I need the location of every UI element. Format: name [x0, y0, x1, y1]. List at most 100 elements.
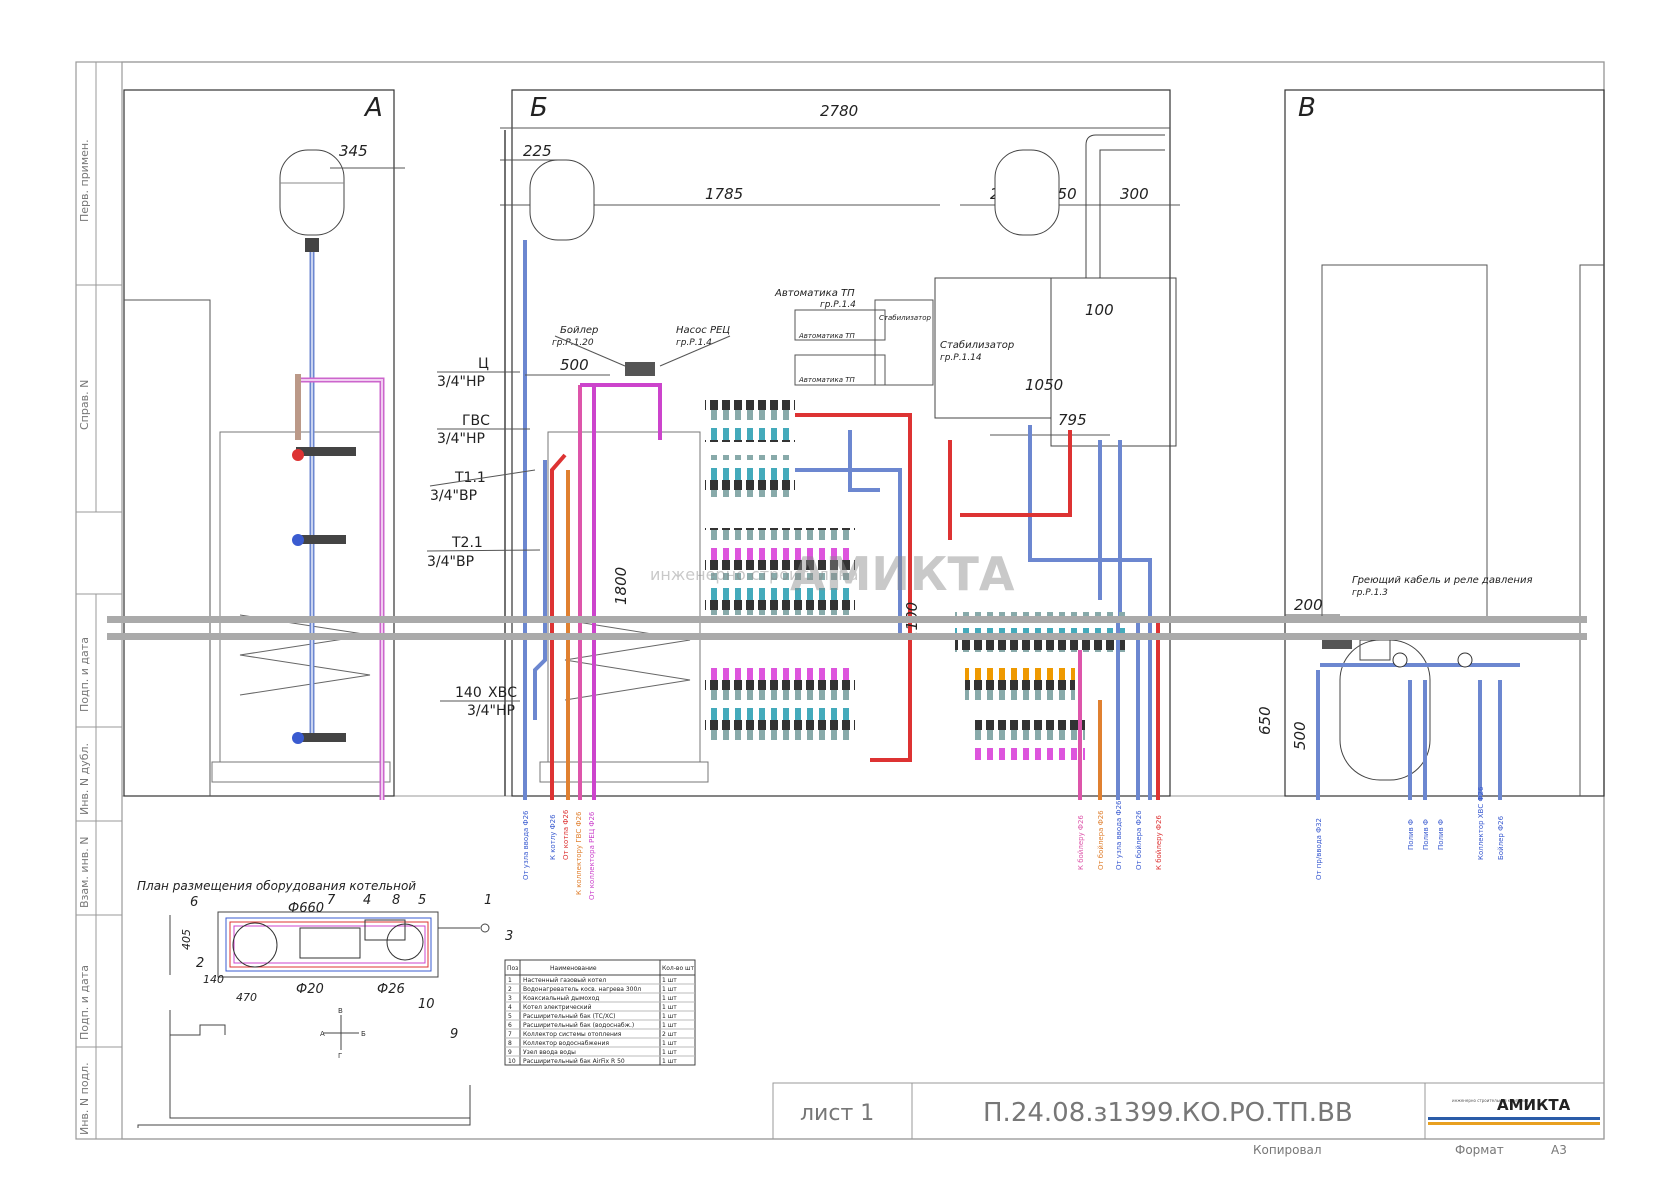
spec-cell: Коллектор системы отопления	[523, 1031, 622, 1038]
compass-b: Б	[361, 1030, 366, 1038]
port-gvs: ГВС	[462, 413, 490, 429]
stamp-podp1: Подп. и дата	[78, 637, 91, 712]
spec-cell: Расширительный бак (водоснабж.)	[523, 1022, 634, 1029]
port-t21-size: 3/4"ВР	[427, 554, 474, 570]
view-a-letter: А	[363, 93, 383, 123]
plan-label-6: 6	[190, 895, 198, 910]
spec-cell: 1 шт	[662, 995, 677, 1002]
dim-795: 795	[1058, 411, 1087, 429]
format-value: А3	[1551, 1143, 1567, 1157]
plan-label-2: 2	[196, 956, 204, 971]
dim-345: 345	[339, 142, 368, 160]
box-automation-1: Автоматика ТП	[798, 332, 855, 340]
spec-cell: Расширительный бак (ТС/ХС)	[523, 1013, 615, 1020]
compass-a: А	[320, 1030, 325, 1038]
stamp-podp2: Подп. и дата	[78, 965, 91, 1040]
plan-label-8: 8	[392, 893, 400, 908]
spec-h-pos: Поз	[507, 965, 518, 972]
v-bottom-2: Полив Ф	[1407, 819, 1415, 850]
stamp-perv: Перв. примен.	[78, 139, 91, 222]
callout-stabilizer: Стабилизатор	[940, 339, 1014, 351]
spec-h-qty: Кол-во шт	[662, 965, 695, 972]
compass-g: Г	[338, 1052, 342, 1060]
plan-label-1: 1	[484, 893, 492, 908]
stamp-sprav: Справ. N	[78, 380, 91, 430]
spec-cell: 2	[508, 986, 512, 993]
view-v: В Греющий кабель и реле давления гр.Р.1.…	[1256, 89, 1605, 800]
plan-label-f20: Ф20	[296, 982, 324, 997]
callout-pump: Насос РЕЦ	[676, 325, 730, 336]
logo-big-text: АМИКТА	[1497, 1096, 1571, 1114]
view-a: А 345	[123, 89, 405, 800]
b-bottom-9: От бойлера Ф26	[1135, 810, 1143, 870]
plan-label-3: 3	[505, 929, 513, 944]
spec-cell: 1 шт	[662, 1058, 677, 1065]
spec-h-name: Наименование	[550, 965, 597, 972]
dim-500: 500	[560, 356, 589, 374]
compass-rose: А Б В Г	[320, 1007, 366, 1060]
port-c: Ц	[478, 356, 489, 372]
b-bottom-10: К бойлеру Ф26	[1155, 815, 1163, 870]
dim-100: 100	[1085, 301, 1114, 319]
v-callout: Греющий кабель и реле давления	[1352, 574, 1532, 586]
spec-cell: Водонагреватель косв. нагрева 300л	[523, 986, 641, 993]
callout-automation-ref: гр.Р.1.4	[820, 300, 856, 310]
plan-label-f26: Ф26	[377, 982, 405, 997]
b-bottom-1: От узла ввода Ф26	[522, 810, 530, 880]
plan-title: План размещения оборудования котельной	[137, 879, 416, 893]
port-t21: Т2.1	[451, 535, 483, 551]
compass-v: В	[338, 1007, 343, 1015]
box-stabilizer: Стабилизатор	[879, 314, 932, 322]
spec-cell: 10	[508, 1058, 516, 1065]
plan-view: План размещения оборудования котельной 1…	[137, 879, 513, 1128]
stamp-inv-podl: Инв. N подл.	[78, 1062, 91, 1135]
port-c-size: 3/4"НР	[437, 374, 485, 390]
spec-cell: 2 шт	[662, 1031, 677, 1038]
view-b-letter: Б	[530, 93, 548, 123]
v-bottom-3: Полив Ф	[1422, 819, 1430, 850]
view-b: Б 2780 1785 225 250 250 300 100 1050 795…	[500, 89, 1180, 800]
port-t11-size: 3/4"ВР	[430, 488, 477, 504]
spec-cell: 8	[508, 1040, 512, 1047]
spec-cell: 1 шт	[662, 1004, 677, 1011]
spec-cell: 6	[508, 1022, 512, 1029]
spec-cell: Коаксиальный дымоход	[523, 995, 599, 1002]
spec-cell: Расширительный бак AirFix R 50	[523, 1058, 625, 1065]
b-bottom-4: К коллектору ГВС Ф26	[575, 811, 583, 895]
v-bottom-4: Полив Ф	[1437, 819, 1445, 850]
plan-label-9: 9	[450, 1027, 458, 1042]
dim-1050: 1050	[1025, 376, 1063, 394]
band-top	[107, 616, 1587, 623]
format-label: Формат	[1455, 1143, 1504, 1157]
title-block: лист 1 П.24.08.з1399.КО.РО.ТП.ВВ инженер…	[772, 1082, 1605, 1157]
plan-dim-405: 405	[180, 929, 193, 950]
dim-500-v: 500	[1291, 721, 1309, 750]
spec-cell: 1 шт	[662, 1013, 677, 1020]
b-bottom-2: К котлу Ф26	[549, 814, 557, 860]
port-gvs-size: 3/4"НР	[437, 431, 485, 447]
box-automation-2: Автоматика ТП	[798, 376, 855, 384]
spec-cell: Коллектор водоснабжения	[523, 1040, 609, 1047]
spec-cell: 1 шт	[662, 1022, 677, 1029]
port-hvs: ХВС	[488, 685, 517, 701]
b-bottom-3: От котла Ф26	[562, 809, 570, 860]
spec-cell: Узел ввода воды	[523, 1049, 576, 1056]
drawing-code: П.24.08.з1399.КО.РО.ТП.ВВ	[983, 1098, 1353, 1128]
spec-cell: 1 шт	[662, 1040, 677, 1047]
v-bottom-1: От пр/ввода Ф32	[1315, 818, 1323, 880]
view-v-letter: В	[1298, 93, 1316, 123]
b-bottom-8: От узла ввода Ф26	[1115, 800, 1123, 870]
plan-dim-470: 470	[236, 991, 257, 1004]
dim-1785: 1785	[705, 185, 743, 203]
spec-cell: 4	[508, 1004, 512, 1011]
callout-boiler-ref: гр.Р.1.20	[552, 338, 594, 348]
b-bottom-7: От бойлера Ф26	[1097, 810, 1105, 870]
spec-cell: 1 шт	[662, 1049, 677, 1056]
stamp-vzam: Взам. инв. N	[78, 837, 91, 908]
callout-stabilizer-ref: гр.Р.1.14	[940, 353, 982, 363]
spec-cell: 3	[508, 995, 512, 1002]
plan-dim-140: 140	[203, 973, 224, 986]
spec-cell: 1 шт	[662, 977, 677, 984]
port-hvs-size: 3/4"НР	[467, 703, 515, 719]
sheet-number: лист 1	[800, 1101, 874, 1126]
